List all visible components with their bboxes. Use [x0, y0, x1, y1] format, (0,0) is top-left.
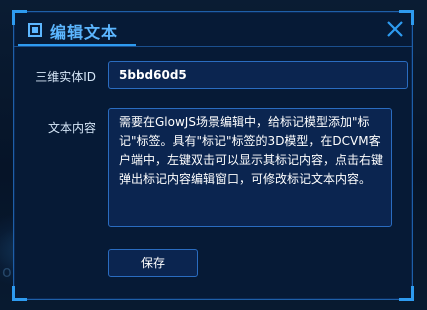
background: owJS 编辑文本 三维实体ID 5bbd60d5 文本内容 需要在GlowJS…: [0, 0, 427, 310]
close-button[interactable]: [386, 20, 404, 38]
corner-decoration-bottom-left: [12, 286, 27, 301]
save-button[interactable]: 保存: [108, 249, 198, 277]
dialog-title: 编辑文本: [50, 23, 119, 42]
corner-decoration-bottom-right: [399, 286, 414, 301]
edit-text-dialog: 编辑文本 三维实体ID 5bbd60d5 文本内容 需要在GlowJS场景编辑中…: [12, 10, 414, 301]
square-icon-inner: [32, 27, 38, 33]
text-content-textarea[interactable]: 需要在GlowJS场景编辑中，给标记模型添加"标记"标签。具有"标记"标签的3D…: [108, 108, 392, 227]
entity-id-label: 三维实体ID: [35, 70, 96, 84]
close-icon: [387, 21, 403, 37]
title-underline: [18, 44, 136, 46]
square-icon: [28, 23, 42, 37]
text-content-label: 文本内容: [47, 121, 96, 135]
entity-id-field[interactable]: 5bbd60d5: [108, 61, 408, 89]
dialog-title-bar: 编辑文本: [14, 12, 412, 47]
